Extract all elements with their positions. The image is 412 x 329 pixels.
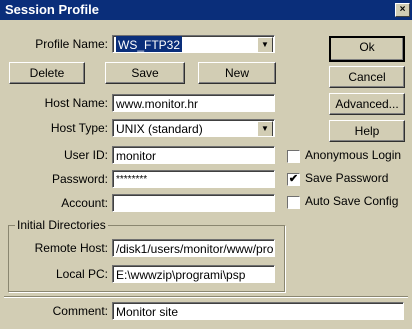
check-icon: ✔ [288,173,299,185]
delete-button[interactable]: Delete [9,62,85,84]
new-button[interactable]: New [198,62,276,84]
anonymous-login-checkbox[interactable] [287,150,300,163]
advanced-button[interactable]: Advanced... [329,93,405,115]
chevron-down-icon[interactable]: ▼ [257,121,273,136]
comment-label: Comment: [52,304,108,318]
local-pc-label: Local PC: [55,267,108,281]
close-button[interactable]: × [395,3,410,17]
auto-save-config-checkbox[interactable] [287,196,300,209]
remote-host-label: Remote Host: [34,241,108,255]
ok-button[interactable]: Ok [329,36,405,62]
window-title: Session Profile [5,2,99,17]
save-password-label[interactable]: Save Password [305,171,388,185]
host-type-combo[interactable]: UNIX (standard) ▼ [112,119,275,137]
close-icon: × [399,4,406,15]
auto-save-config-label[interactable]: Auto Save Config [305,194,398,208]
user-id-input[interactable]: monitor [112,146,275,164]
host-type-label: Host Type: [50,121,108,135]
password-input[interactable]: ******** [112,170,275,188]
profile-name-label: Profile Name: [35,37,108,51]
host-name-input[interactable]: www.monitor.hr [112,94,275,112]
cancel-button[interactable]: Cancel [329,66,405,88]
initial-directories-title: Initial Directories [15,218,108,232]
password-label: Password: [51,172,108,186]
anonymous-login-label[interactable]: Anonymous Login [305,148,401,162]
session-profile-dialog: Session Profile × Profile Name: WS_FTP32… [0,0,412,329]
save-password-checkbox[interactable]: ✔ [287,173,300,186]
divider [4,296,408,298]
title-bar: Session Profile × [0,0,412,20]
host-type-value: UNIX (standard) [116,122,203,136]
help-button[interactable]: Help [329,120,405,142]
host-name-label: Host Name: [44,96,108,110]
account-label: Account: [61,196,108,210]
user-id-label: User ID: [63,148,108,162]
profile-name-combo[interactable]: WS_FTP32 ▼ [112,35,275,53]
chevron-down-icon[interactable]: ▼ [257,37,273,52]
remote-host-input[interactable]: /disk1/users/monitor/www/pro [112,239,275,257]
comment-input[interactable]: Monitor site [112,302,404,320]
account-input[interactable] [112,194,275,212]
profile-name-value: WS_FTP32 [116,36,183,52]
save-button[interactable]: Save [105,62,185,84]
local-pc-input[interactable]: E:\wwwzip\programi\psp [112,265,275,283]
